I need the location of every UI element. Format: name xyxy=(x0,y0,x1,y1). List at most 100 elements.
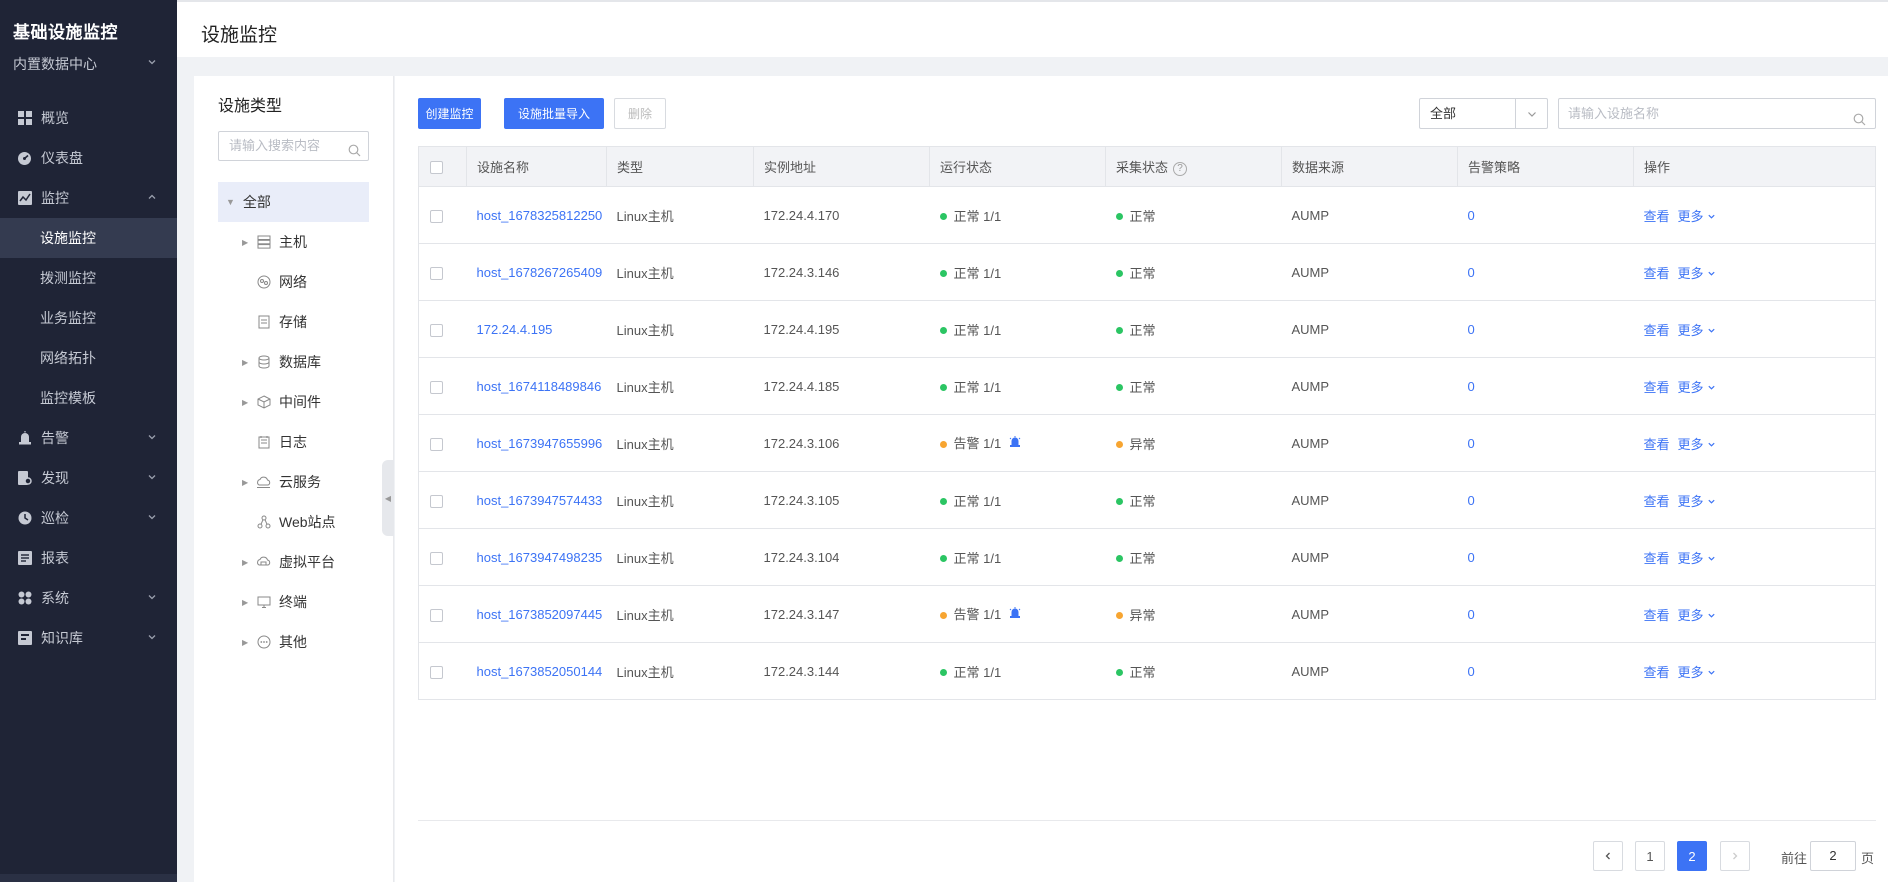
caret-down-icon[interactable]: ▼ xyxy=(226,197,235,207)
policy-count-link[interactable]: 0 xyxy=(1468,664,1475,679)
facility-name-link[interactable]: host_1673947655996 xyxy=(477,436,603,451)
policy-count-link[interactable]: 0 xyxy=(1468,436,1475,451)
facility-name-link[interactable]: host_1673947498235 xyxy=(477,550,603,565)
sidebar-item-knowledge[interactable]: 知识库 xyxy=(0,618,177,658)
caret-right-icon[interactable]: ▶ xyxy=(242,358,254,367)
create-monitor-button[interactable]: 创建监控 xyxy=(418,98,481,129)
sidebar-subitem-business-monitor[interactable]: 业务监控 xyxy=(0,298,177,338)
sidebar-subitem-dial-monitor[interactable]: 拨测监控 xyxy=(0,258,177,298)
sidebar-item-dashboard[interactable]: 仪表盘 xyxy=(0,138,177,178)
select-all-checkbox[interactable] xyxy=(430,161,443,175)
view-link[interactable]: 查看 xyxy=(1644,608,1670,623)
policy-count-link[interactable]: 0 xyxy=(1468,493,1475,508)
row-checkbox[interactable] xyxy=(430,323,443,337)
tree-node-all[interactable]: ▼ 全部 xyxy=(218,182,369,222)
view-link[interactable]: 查看 xyxy=(1644,266,1670,281)
more-dropdown[interactable]: 更多 xyxy=(1678,380,1717,395)
delete-button[interactable]: 删除 xyxy=(614,98,666,129)
row-checkbox[interactable] xyxy=(430,380,443,394)
tree-node-middleware[interactable]: ▶ 中间件 xyxy=(242,382,321,422)
facility-name-link[interactable]: host_1673852050144 xyxy=(477,664,603,679)
tree-search-input[interactable]: 请输入搜索内容 xyxy=(218,131,369,161)
policy-count-link[interactable]: 0 xyxy=(1468,550,1475,565)
sidebar-item-monitor[interactable]: 监控 xyxy=(0,178,177,218)
more-dropdown[interactable]: 更多 xyxy=(1678,209,1717,224)
row-checkbox[interactable] xyxy=(430,209,443,223)
page-button-1[interactable]: 1 xyxy=(1635,841,1665,871)
tree-node-log[interactable]: 日志 xyxy=(242,422,307,462)
search-icon[interactable] xyxy=(348,139,361,167)
caret-right-icon[interactable]: ▶ xyxy=(242,478,254,487)
sidebar-subitem-monitor-template[interactable]: 监控模板 xyxy=(0,378,177,418)
caret-right-icon[interactable]: ▶ xyxy=(242,598,254,607)
row-checkbox[interactable] xyxy=(430,494,443,508)
sidebar-item-discover[interactable]: 发现 xyxy=(0,458,177,498)
view-link[interactable]: 查看 xyxy=(1644,437,1670,452)
sidebar-item-alarm[interactable]: 告警 xyxy=(0,418,177,458)
row-checkbox[interactable] xyxy=(430,665,443,679)
sidebar-subitem-facility-monitor[interactable]: 设施监控 xyxy=(0,218,177,258)
facility-name-link[interactable]: host_1673852097445 xyxy=(477,607,603,622)
view-link[interactable]: 查看 xyxy=(1644,323,1670,338)
goto-page-input[interactable]: 2 xyxy=(1810,841,1856,871)
more-dropdown[interactable]: 更多 xyxy=(1678,266,1717,281)
row-checkbox[interactable] xyxy=(430,551,443,565)
sidebar-subitem-network-topology[interactable]: 网络拓扑 xyxy=(0,338,177,378)
policy-count-link[interactable]: 0 xyxy=(1468,379,1475,394)
tree-node-host[interactable]: ▶ 主机 xyxy=(242,222,307,262)
sidebar-item-system[interactable]: 系统 xyxy=(0,578,177,618)
chevron-down-icon[interactable] xyxy=(1515,99,1547,128)
tree-node-storage[interactable]: 存储 xyxy=(242,302,307,342)
caret-right-icon[interactable]: ▶ xyxy=(242,558,254,567)
facility-name-link[interactable]: 172.24.4.195 xyxy=(477,322,553,337)
caret-right-icon[interactable]: ▶ xyxy=(242,238,254,247)
sidebar-item-overview[interactable]: 概览 xyxy=(0,98,177,138)
datacenter-selector[interactable]: 内置数据中心 xyxy=(13,54,177,74)
alarm-light-icon[interactable] xyxy=(1009,435,1021,451)
facility-name-link[interactable]: host_1678325812250 xyxy=(477,208,603,223)
more-dropdown[interactable]: 更多 xyxy=(1678,551,1717,566)
view-link[interactable]: 查看 xyxy=(1644,209,1670,224)
facility-name-link[interactable]: host_1678267265409 xyxy=(477,265,603,280)
caret-right-icon[interactable]: ▶ xyxy=(242,398,254,407)
more-dropdown[interactable]: 更多 xyxy=(1678,494,1717,509)
type-filter-select[interactable]: 全部 xyxy=(1419,98,1548,129)
policy-count-link[interactable]: 0 xyxy=(1468,607,1475,622)
tree-node-other[interactable]: ▶ 其他 xyxy=(242,622,307,662)
question-icon[interactable]: ? xyxy=(1173,161,1188,176)
more-dropdown[interactable]: 更多 xyxy=(1678,608,1717,623)
alarm-light-icon[interactable] xyxy=(1009,606,1021,622)
tree-node-terminal[interactable]: ▶ 终端 xyxy=(242,582,307,622)
view-link[interactable]: 查看 xyxy=(1644,551,1670,566)
view-link[interactable]: 查看 xyxy=(1644,380,1670,395)
view-link[interactable]: 查看 xyxy=(1644,665,1670,680)
facility-name-search-input[interactable]: 请输入设施名称 xyxy=(1558,98,1876,129)
policy-count-link[interactable]: 0 xyxy=(1468,322,1475,337)
col-header-source: 数据来源 xyxy=(1281,146,1458,187)
tree-collapse-handle[interactable]: ◀ xyxy=(382,460,394,536)
tree-node-virtual-platform[interactable]: ▶ 虚拟平台 xyxy=(242,542,335,582)
facility-name-link[interactable]: host_1674118489846 xyxy=(477,379,602,394)
page-button-2[interactable]: 2 xyxy=(1677,841,1707,871)
policy-count-link[interactable]: 0 xyxy=(1468,208,1475,223)
tree-node-cloud[interactable]: ▶ 云服务 xyxy=(242,462,321,502)
tree-node-network[interactable]: 网络 xyxy=(242,262,307,302)
view-link[interactable]: 查看 xyxy=(1644,494,1670,509)
more-dropdown[interactable]: 更多 xyxy=(1678,437,1717,452)
facility-name-link[interactable]: host_1673947574433 xyxy=(477,493,603,508)
more-dropdown[interactable]: 更多 xyxy=(1678,665,1717,680)
tree-node-database[interactable]: ▶ 数据库 xyxy=(242,342,321,382)
row-checkbox[interactable] xyxy=(430,266,443,280)
row-checkbox[interactable] xyxy=(430,437,443,451)
row-checkbox[interactable] xyxy=(430,608,443,622)
more-dropdown[interactable]: 更多 xyxy=(1678,323,1717,338)
tree-node-web-site[interactable]: Web站点 xyxy=(242,502,336,542)
sidebar-item-inspect[interactable]: 巡检 xyxy=(0,498,177,538)
prev-page-button[interactable] xyxy=(1593,841,1623,871)
sidebar-item-report[interactable]: 报表 xyxy=(0,538,177,578)
search-icon[interactable] xyxy=(1853,107,1866,136)
next-page-button[interactable] xyxy=(1720,841,1750,871)
batch-import-button[interactable]: 设施批量导入 xyxy=(504,98,604,129)
policy-count-link[interactable]: 0 xyxy=(1468,265,1475,280)
caret-right-icon[interactable]: ▶ xyxy=(242,638,254,647)
